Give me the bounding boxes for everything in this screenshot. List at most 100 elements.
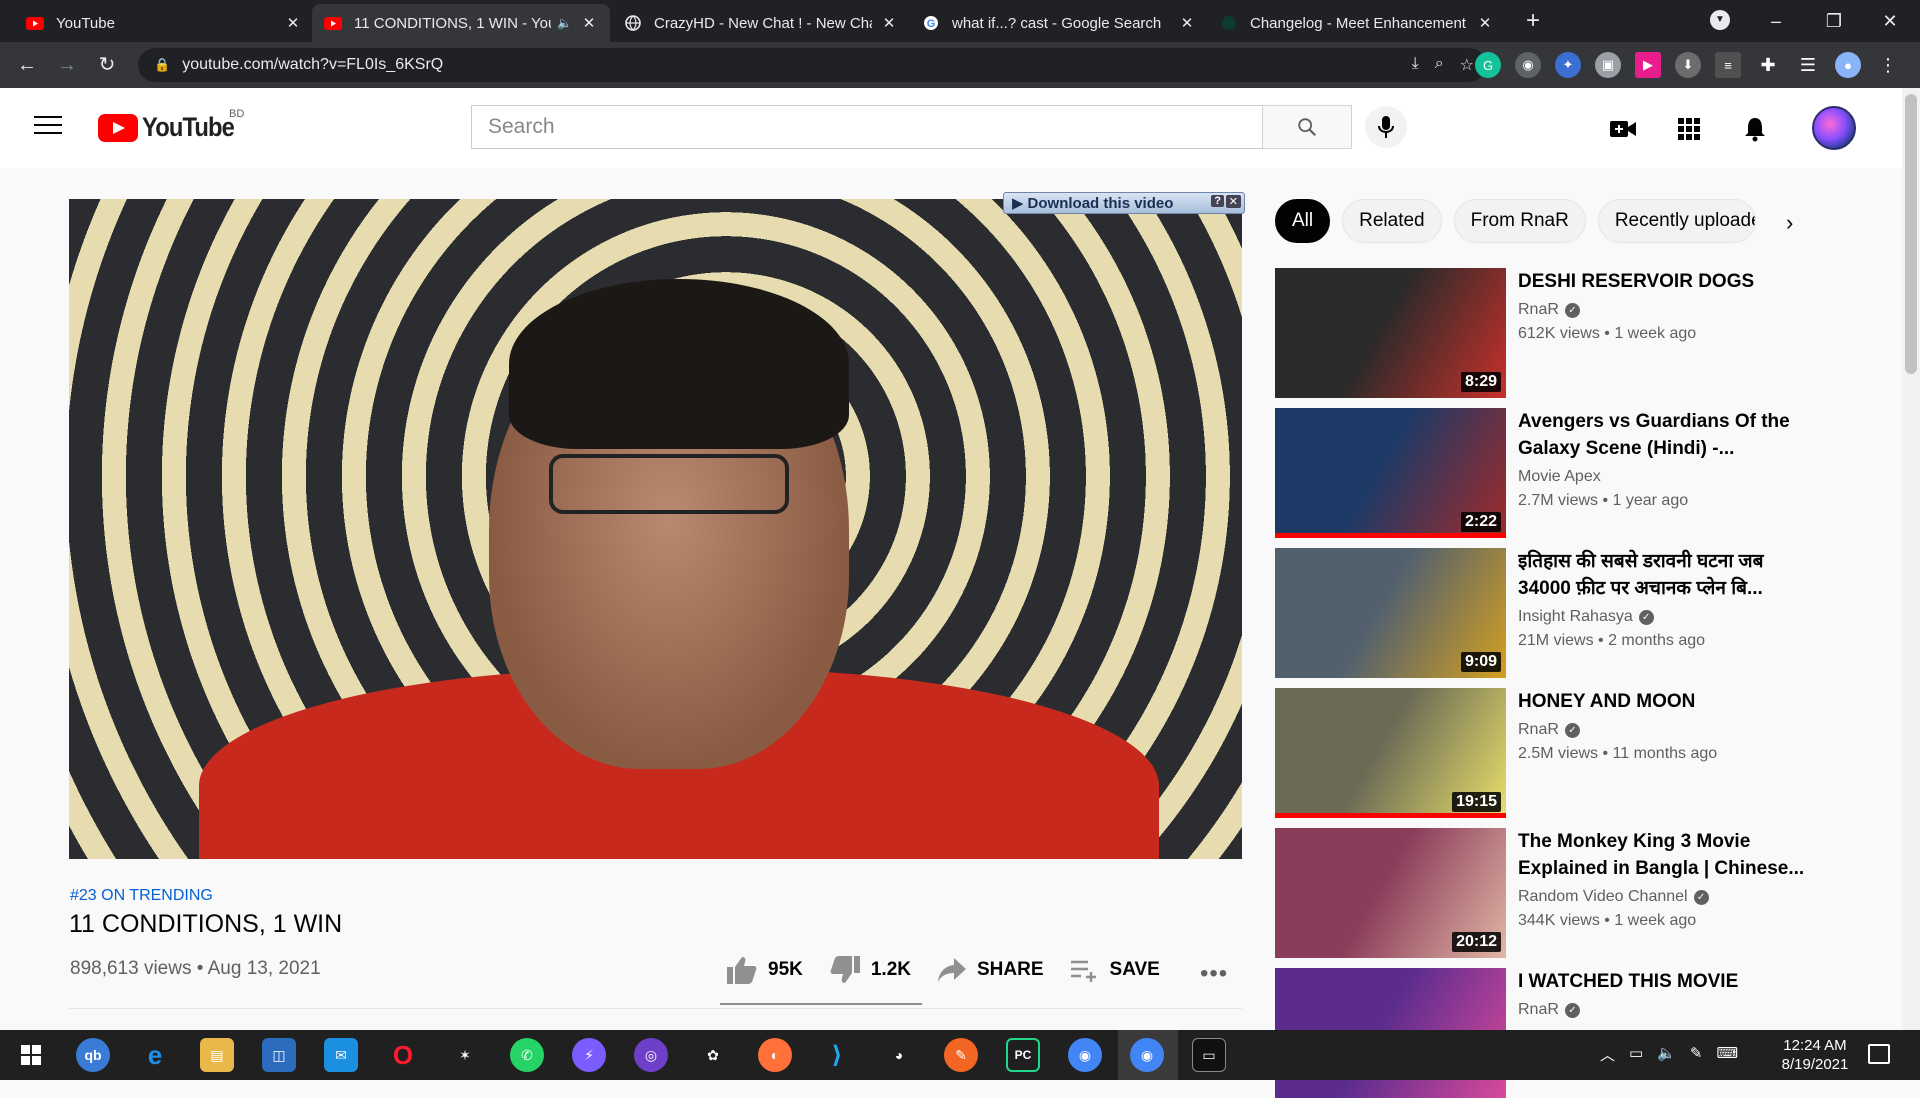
- bookmark-star-icon[interactable]: ☆: [1460, 55, 1474, 75]
- channel-name[interactable]: Insight Rahasya: [1518, 608, 1633, 626]
- video-title[interactable]: Avengers vs Guardians Of the Galaxy Scen…: [1518, 408, 1808, 462]
- video-player[interactable]: [69, 199, 1242, 859]
- video-thumbnail[interactable]: 9:09: [1275, 548, 1506, 678]
- extension-icon[interactable]: ≡: [1715, 52, 1741, 78]
- pen-icon[interactable]: ✎: [1690, 1044, 1703, 1065]
- speaker-icon[interactable]: 🔈: [557, 16, 572, 30]
- search-input[interactable]: Search: [471, 105, 1265, 149]
- qbittorrent-icon[interactable]: qb: [76, 1038, 110, 1072]
- extension-icon[interactable]: ▶: [1635, 52, 1661, 78]
- lock-icon[interactable]: 🔒: [154, 57, 170, 73]
- messenger-icon[interactable]: ⚡: [572, 1038, 606, 1072]
- tab-youtube[interactable]: YouTube ✕: [14, 4, 314, 42]
- video-title[interactable]: DESHI RESERVOIR DOGS: [1518, 268, 1808, 295]
- voice-search-button[interactable]: [1365, 106, 1407, 148]
- pycharm-icon[interactable]: PC: [1006, 1038, 1040, 1072]
- minimize-button[interactable]: –: [1756, 6, 1796, 36]
- tab-crazyhd[interactable]: CrazyHD - New Chat ! - New Chat ✕: [612, 4, 910, 42]
- chip-related[interactable]: Related: [1342, 199, 1442, 243]
- recommendation-item[interactable]: 8:29 DESHI RESERVOIR DOGS RnaR ✓ 612K views …: [1275, 268, 1875, 398]
- youtube-logo[interactable]: YouTube BD: [98, 108, 246, 143]
- recommendation-item[interactable]: 20:12 The Monkey King 3 Movie Explained i…: [1275, 828, 1875, 958]
- chrome-active-icon[interactable]: ◉: [1130, 1038, 1164, 1072]
- satellite-app-icon[interactable]: ✶: [448, 1038, 482, 1072]
- tab-search-dropdown-icon[interactable]: ▼: [1710, 10, 1730, 30]
- vscode-icon[interactable]: ⟩: [820, 1038, 854, 1072]
- close-icon[interactable]: ✕: [1476, 14, 1494, 32]
- close-icon[interactable]: ✕: [284, 14, 302, 32]
- maximize-button[interactable]: ❐: [1814, 6, 1854, 36]
- tab-google-search[interactable]: G what if...? cast - Google Search ✕: [910, 4, 1208, 42]
- chip-recently-uploaded[interactable]: Recently uploaded: [1597, 199, 1756, 243]
- close-icon[interactable]: ✕: [880, 14, 898, 32]
- channel-name[interactable]: RnaR: [1518, 301, 1559, 319]
- opera-icon[interactable]: O: [386, 1038, 420, 1072]
- trending-link[interactable]: #23 ON TRENDING: [70, 887, 213, 905]
- like-button[interactable]: 95K: [726, 955, 803, 985]
- chrome-icon[interactable]: ◉: [1068, 1038, 1102, 1072]
- volume-icon[interactable]: 🔈: [1657, 1044, 1676, 1065]
- close-icon[interactable]: ✕: [1225, 195, 1241, 208]
- camera-extension-icon[interactable]: ◉: [1515, 52, 1541, 78]
- windows-start-icon[interactable]: [14, 1038, 48, 1072]
- firefox-icon[interactable]: ◐: [758, 1038, 792, 1072]
- microsoft-store-icon[interactable]: ◫: [262, 1038, 296, 1072]
- download-extension-icon[interactable]: ⬇: [1675, 52, 1701, 78]
- app-icon[interactable]: ✿: [696, 1038, 730, 1072]
- tab-changelog[interactable]: Changelog - Meet Enhancement ✕: [1208, 4, 1506, 42]
- puzzle-extensions-icon[interactable]: ✚: [1755, 52, 1781, 78]
- mail-icon[interactable]: ✉: [324, 1038, 358, 1072]
- reload-icon[interactable]: ↻: [92, 50, 122, 80]
- save-button[interactable]: SAVE: [1070, 958, 1160, 982]
- edge-browser-icon[interactable]: e: [138, 1038, 172, 1072]
- address-bar[interactable]: 🔒 youtube.com/watch?v=FL0Is_6KSrQ ⤓ ⌕ ☆: [138, 48, 1486, 82]
- app-icon[interactable]: ✎: [944, 1038, 978, 1072]
- grammarly-extension-icon[interactable]: G: [1475, 52, 1501, 78]
- video-title[interactable]: The Monkey King 3 Movie Explained in Ban…: [1518, 828, 1808, 882]
- close-icon[interactable]: ✕: [580, 14, 598, 32]
- help-icon[interactable]: ?: [1211, 195, 1224, 207]
- chip-from-rnar[interactable]: From RnaR: [1453, 199, 1586, 243]
- channel-name[interactable]: RnaR: [1518, 721, 1559, 739]
- video-title[interactable]: I WATCHED THIS MOVIE: [1518, 968, 1808, 995]
- menu-kebab-icon[interactable]: ⋮: [1875, 52, 1901, 78]
- hamburger-menu-icon[interactable]: [34, 116, 62, 138]
- dislike-button[interactable]: 1.2K: [829, 955, 911, 985]
- install-app-icon[interactable]: ⤓: [1412, 55, 1419, 75]
- account-avatar[interactable]: [1812, 106, 1856, 150]
- chip-all[interactable]: All: [1275, 199, 1331, 243]
- forward-arrow-icon[interactable]: →: [52, 50, 82, 80]
- chevron-up-icon[interactable]: ︿: [1600, 1044, 1615, 1065]
- more-actions-button[interactable]: •••: [1200, 960, 1228, 988]
- share-button[interactable]: SHARE: [937, 957, 1044, 983]
- channel-name[interactable]: RnaR: [1518, 1001, 1559, 1019]
- whatsapp-icon[interactable]: ✆: [510, 1038, 544, 1072]
- download-video-badge[interactable]: ▶ Download this video ? ✕: [1003, 192, 1245, 214]
- chevron-right-icon[interactable]: ›: [1786, 210, 1793, 236]
- zoom-icon[interactable]: ⌕: [1435, 55, 1444, 75]
- page-scrollbar[interactable]: [1902, 88, 1920, 1030]
- back-arrow-icon[interactable]: ←: [12, 50, 42, 80]
- video-thumbnail[interactable]: 19:15: [1275, 688, 1506, 818]
- notifications-bell-icon[interactable]: [1740, 114, 1770, 144]
- close-window-button[interactable]: ✕: [1870, 6, 1910, 36]
- search-button[interactable]: [1262, 105, 1352, 149]
- profile-avatar[interactable]: ●: [1835, 52, 1861, 78]
- extension-icon[interactable]: ✦: [1555, 52, 1581, 78]
- video-title[interactable]: इतिहास की सबसे डरावनी घटना जब 34000 फ़ीट…: [1518, 548, 1808, 602]
- keyboard-icon[interactable]: ⌨: [1716, 1044, 1738, 1065]
- network-icon[interactable]: ▭: [1629, 1044, 1643, 1065]
- video-title[interactable]: HONEY AND MOON: [1518, 688, 1808, 715]
- tab-video-active[interactable]: 11 CONDITIONS, 1 WIN - YouTube 🔈 ✕: [312, 4, 610, 42]
- url-text[interactable]: youtube.com/watch?v=FL0Is_6KSrQ: [182, 56, 443, 74]
- notification-center-icon[interactable]: [1868, 1044, 1890, 1064]
- extension-icon[interactable]: ▣: [1595, 52, 1621, 78]
- github-icon[interactable]: ◎: [634, 1038, 668, 1072]
- channel-name[interactable]: Random Video Channel: [1518, 888, 1688, 906]
- video-thumbnail[interactable]: 2:22: [1275, 408, 1506, 538]
- video-thumbnail[interactable]: 8:29: [1275, 268, 1506, 398]
- recommendation-item[interactable]: 19:15 HONEY AND MOON RnaR ✓ 2.5M views • 11 …: [1275, 688, 1875, 818]
- terminal-icon[interactable]: ▭: [1192, 1038, 1226, 1072]
- reading-list-icon[interactable]: ☰: [1795, 52, 1821, 78]
- apps-grid-icon[interactable]: [1674, 114, 1704, 144]
